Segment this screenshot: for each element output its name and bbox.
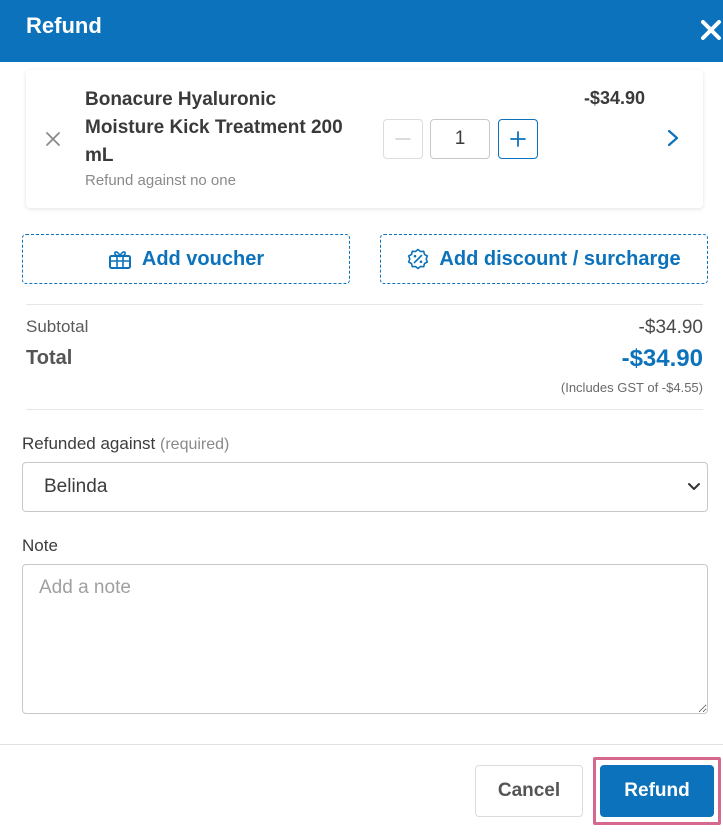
add-discount-surcharge-button[interactable]: Add discount / surcharge [380, 234, 708, 284]
quantity-decrease-button[interactable] [383, 119, 423, 159]
add-discount-surcharge-label: Add discount / surcharge [439, 247, 681, 270]
subtotal-label: Subtotal [26, 317, 89, 336]
refunded-against-select[interactable]: Belinda [22, 462, 708, 512]
footer-divider [0, 744, 723, 745]
subtotal-value: -$34.90 [638, 317, 703, 338]
quantity-increase-button[interactable] [498, 119, 538, 159]
gst-note: (Includes GST of -$4.55) [560, 380, 703, 395]
item-details-button[interactable] [665, 128, 681, 148]
refund-button[interactable]: Refund [600, 765, 714, 817]
item-price: -$34.90 [583, 88, 645, 108]
item-refund-subtitle: Refund against no one [85, 172, 236, 189]
divider [26, 304, 703, 305]
chevron-right-icon [667, 129, 679, 147]
close-button[interactable] [697, 14, 723, 44]
line-item-card: Bonacure Hyaluronic Moisture Kick Treatm… [26, 70, 703, 208]
minus-icon [395, 138, 411, 140]
quantity-input[interactable] [430, 119, 490, 159]
discount-badge-icon [408, 248, 429, 270]
remove-item-button[interactable] [44, 130, 62, 148]
cancel-button[interactable]: Cancel [475, 765, 583, 817]
refunded-against-label: Refunded against (required) [22, 434, 229, 454]
divider [26, 409, 703, 410]
note-textarea[interactable] [22, 564, 708, 714]
chevron-down-icon [688, 483, 700, 490]
total-label: Total [26, 347, 73, 369]
item-name: Bonacure Hyaluronic Moisture Kick Treatm… [85, 89, 343, 166]
plus-icon [510, 131, 526, 147]
dialog-header: Refund [0, 0, 723, 62]
close-icon [46, 132, 60, 146]
gift-icon [108, 251, 131, 269]
refunded-against-label-text: Refunded against [22, 434, 156, 453]
add-voucher-button[interactable]: Add voucher [22, 234, 350, 284]
total-value: -$34.90 [621, 345, 703, 372]
refunded-against-selected-value: Belinda [44, 476, 108, 497]
add-voucher-label: Add voucher [141, 247, 265, 270]
dialog-title: Refund [26, 13, 102, 38]
required-indicator: (required) [160, 436, 230, 453]
note-label: Note [22, 536, 58, 555]
close-icon [701, 20, 721, 40]
